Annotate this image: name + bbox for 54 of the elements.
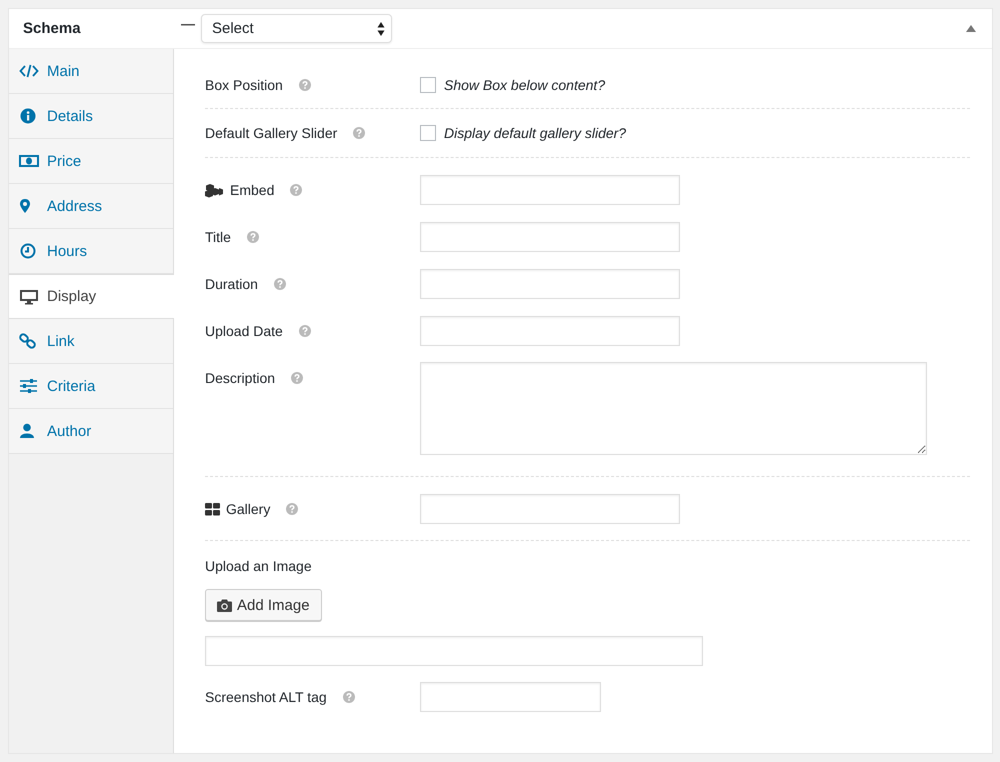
- text-field[interactable]: [420, 494, 680, 524]
- sliders-icon: [19, 378, 39, 394]
- grid-icon: [205, 502, 220, 516]
- sidebar-tab[interactable]: Display: [9, 274, 174, 319]
- schema-select[interactable]: Select: [201, 14, 392, 43]
- text-field[interactable]: [420, 269, 680, 299]
- help-icon[interactable]: [246, 231, 259, 243]
- checkbox[interactable]: [420, 125, 436, 141]
- panel-title: Schema: [22, 20, 82, 37]
- sidebar-tab[interactable]: Address: [9, 184, 173, 229]
- add-image-button[interactable]: Add Image: [205, 589, 322, 621]
- help-icon[interactable]: [353, 127, 366, 139]
- banknote-icon: [19, 153, 39, 169]
- help-icon[interactable]: [298, 325, 311, 337]
- field-label: Upload Date: [205, 323, 283, 339]
- field-label: Embed: [230, 182, 274, 198]
- sidebar-tab[interactable]: Price: [9, 139, 173, 184]
- map-pin-icon: [19, 198, 31, 214]
- field-label: Box Position: [205, 77, 283, 93]
- checkbox-label: Display default gallery slider?: [444, 125, 626, 141]
- cubes-icon: [205, 182, 224, 198]
- help-icon[interactable]: [291, 372, 304, 384]
- description-field[interactable]: [420, 362, 927, 455]
- sidebar-tab[interactable]: Link: [9, 319, 173, 364]
- sidebar-tab[interactable]: Details: [9, 94, 173, 139]
- field-label: Title: [205, 229, 231, 245]
- field-label: Duration: [205, 276, 258, 292]
- help-icon[interactable]: [290, 184, 302, 196]
- checkbox-label: Show Box below content?: [444, 77, 606, 93]
- help-icon[interactable]: [286, 503, 298, 515]
- field-label: Upload an Image: [205, 558, 312, 574]
- text-field[interactable]: [420, 222, 680, 252]
- code-icon: [19, 63, 39, 79]
- field-label: Screenshot ALT tag: [205, 689, 327, 705]
- up-down-icon: [377, 20, 385, 36]
- sidebar-tab[interactable]: Criteria: [9, 364, 173, 409]
- sidebar-tab[interactable]: Author: [9, 409, 173, 454]
- help-icon[interactable]: [298, 79, 311, 91]
- monitor-icon: [19, 288, 39, 304]
- sidebar-tab[interactable]: Hours: [9, 229, 173, 274]
- text-field[interactable]: [420, 682, 601, 712]
- collapse-icon[interactable]: [966, 25, 976, 32]
- checkbox[interactable]: [420, 77, 436, 93]
- help-icon[interactable]: [342, 691, 355, 703]
- help-icon[interactable]: [274, 278, 286, 290]
- field-label: Description: [205, 370, 276, 386]
- text-field[interactable]: [420, 316, 680, 346]
- field-label: Default Gallery Slider: [205, 125, 338, 141]
- image-url-field[interactable]: [205, 636, 703, 666]
- text-field[interactable]: [420, 175, 680, 205]
- field-label: Gallery: [226, 501, 270, 517]
- camera-icon: [217, 598, 232, 612]
- sidebar-tab[interactable]: Main: [9, 49, 173, 94]
- minus-icon[interactable]: [181, 24, 195, 26]
